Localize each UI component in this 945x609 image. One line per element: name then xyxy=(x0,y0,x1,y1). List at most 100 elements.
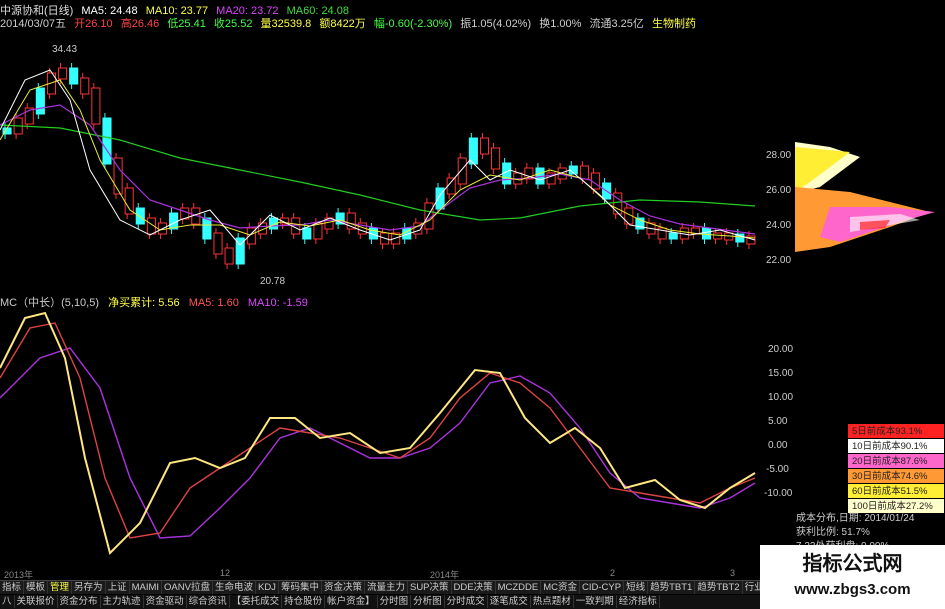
tab-function-0[interactable]: 八 xyxy=(0,595,15,608)
ind-tick: 0.00 xyxy=(768,440,788,451)
cost-legend-row: 60日前成本51.5% xyxy=(848,484,944,499)
tab-indicator-16[interactable]: CID-CYP xyxy=(580,581,625,594)
tab-indicator-2[interactable]: 管理 xyxy=(48,581,73,594)
cost-legend-row: 5日前成本93.1% xyxy=(848,424,944,439)
ind-tick: 5.00 xyxy=(768,416,788,427)
quote-volume: 量32539.8 xyxy=(260,18,312,30)
quote-amount: 额8422万 xyxy=(319,18,366,30)
tab-function-2[interactable]: 资金分布 xyxy=(58,595,101,608)
tab-function-14[interactable]: 一致判期 xyxy=(574,595,617,608)
tab-function-6[interactable]: 【委托成交 xyxy=(230,595,283,608)
ind-tick: 20.00 xyxy=(768,344,793,355)
tab-indicator-11[interactable]: 流量主力 xyxy=(365,581,408,594)
candles-group xyxy=(2,63,756,269)
candle-body xyxy=(479,137,490,155)
candle-body xyxy=(35,87,45,115)
candle-body xyxy=(202,217,212,240)
tab-function-13[interactable]: 热点题材 xyxy=(531,595,574,608)
time-tick: 12 xyxy=(220,568,231,578)
quote-low: 低25.41 xyxy=(167,18,206,30)
cost-distribution-profile xyxy=(795,142,935,252)
tab-indicator-13[interactable]: DDE决策 xyxy=(452,581,496,594)
candle-body xyxy=(58,67,68,80)
price-tick: 28.00 xyxy=(766,150,791,161)
tab-function-8[interactable]: 帐户资金】 xyxy=(325,595,378,608)
tab-indicator-7[interactable]: 生命电波 xyxy=(213,581,256,594)
quote-amplitude: 振1.05(4.02%) xyxy=(460,18,532,30)
candle-body xyxy=(701,227,712,240)
high-price-annotation: 34.43 xyxy=(52,44,77,55)
tab-indicator-0[interactable]: 指标 xyxy=(0,581,25,594)
tab-function-1[interactable]: 关联报价 xyxy=(15,595,58,608)
watermark: 指标公式网 www.zbgs3.com xyxy=(760,545,945,609)
tab-indicator-20[interactable]: 行业IC1 xyxy=(743,581,760,594)
tab-indicator-5[interactable]: MAIMI xyxy=(130,581,163,594)
tab-function-10[interactable]: 分析图 xyxy=(411,595,445,608)
tab-indicator-9[interactable]: 筹码集中 xyxy=(279,581,322,594)
ind-tick: -10.00 xyxy=(764,488,793,499)
tab-function-9[interactable]: 分时图 xyxy=(378,595,412,608)
quote-turnover: 换1.00% xyxy=(539,18,582,30)
indicator-header: MC（中长）(5,10,5) 净买累计: 5.56 MA5: 1.60 MA10… xyxy=(0,294,760,309)
candle-body xyxy=(224,247,234,265)
tab-indicator-1[interactable]: 模板 xyxy=(24,581,49,594)
tab-indicator-15[interactable]: MC资金 xyxy=(541,581,581,594)
indicator-main-line xyxy=(0,311,756,555)
tab-indicator-17[interactable]: 短线 xyxy=(624,581,649,594)
tab-indicator-19[interactable]: 趋势TBT2 xyxy=(695,581,743,594)
ind-tick: -5.00 xyxy=(766,464,789,475)
tab-function-7[interactable]: 持仓股份 xyxy=(282,595,326,608)
ind-tick: 15.00 xyxy=(768,368,793,379)
tab-indicator-14[interactable]: MCZDDE xyxy=(496,581,542,594)
quote-open: 开26.10 xyxy=(74,18,113,30)
kline-chart[interactable]: 34.43 20.78 xyxy=(0,30,760,292)
quote-date: 2014/03/07五 xyxy=(0,18,67,30)
tab-indicator-12[interactable]: SUP决策 xyxy=(408,581,452,594)
tab-function-5[interactable]: 综合资讯 xyxy=(187,595,230,608)
cost-profit-ratio: 获利比例: 51.7% xyxy=(796,527,870,538)
tab-function-3[interactable]: 主力轨迹 xyxy=(101,595,144,608)
tab-function-4[interactable]: 资金驱动 xyxy=(144,595,187,608)
quote-sector[interactable]: 生物制药 xyxy=(652,18,696,30)
candle-body xyxy=(668,232,678,240)
tab-function-12[interactable]: 逐笔成交 xyxy=(488,595,531,608)
watermark-url: www.zbgs3.com xyxy=(794,581,911,598)
candle-body xyxy=(713,232,723,240)
price-tick: 22.00 xyxy=(766,255,791,266)
candle-body xyxy=(169,212,179,230)
indicator-ma5-line xyxy=(0,322,756,539)
low-price-annotation: 20.78 xyxy=(260,276,285,287)
mc-indicator-chart[interactable] xyxy=(0,308,760,568)
tab-indicator-10[interactable]: 资金决策 xyxy=(322,581,365,594)
watermark-title: 指标公式网 xyxy=(802,553,903,575)
indicator-axis: 20.00 15.00 10.00 5.00 0.00 -5.00 -10.00 xyxy=(764,344,793,499)
price-tick: 24.00 xyxy=(766,220,791,231)
cost-date: 成本分布,日期: 2014/01/24 xyxy=(796,513,915,524)
tab-function-11[interactable]: 分时成交 xyxy=(445,595,488,608)
indicator-ma10-line xyxy=(0,347,756,539)
tab-indicator-4[interactable]: 上证 xyxy=(106,581,130,594)
cost-legend: 5日前成本93.1% 10日前成本90.1% 20日前成本87.6% 30日前成… xyxy=(848,424,944,514)
cost-legend-row: 10日前成本90.1% xyxy=(848,439,944,454)
candle-body xyxy=(69,67,79,85)
ma20-line xyxy=(0,104,756,235)
time-tick: 2 xyxy=(610,568,616,578)
candle-body xyxy=(579,165,589,180)
price-tick: 26.00 xyxy=(766,185,791,196)
quote-header-line2: 2014/03/07五 开26.10 高26.46 低25.41 收25.52 … xyxy=(0,15,760,30)
candle-body xyxy=(135,207,145,225)
time-tick: 3 xyxy=(730,568,736,578)
time-axis: 2013年 12 2014年 2 3 xyxy=(0,568,760,580)
tab-indicator-8[interactable]: KDJ xyxy=(256,581,279,594)
tab-indicator-18[interactable]: 趋势TBT1 xyxy=(648,581,696,594)
quote-float-cap: 流通3.25亿 xyxy=(589,18,644,30)
candle-body xyxy=(590,172,601,190)
candle-body xyxy=(457,157,467,185)
tab-indicator-6[interactable]: OANV拉盘 xyxy=(162,581,213,594)
candle-body xyxy=(80,77,90,95)
quote-close: 收25.52 xyxy=(213,18,253,30)
tab-function-15[interactable]: 经济指标 xyxy=(617,595,660,608)
candle-body xyxy=(102,117,112,165)
ind-tick: 10.00 xyxy=(768,392,793,403)
tab-indicator-3[interactable]: 另存为 xyxy=(72,581,106,594)
